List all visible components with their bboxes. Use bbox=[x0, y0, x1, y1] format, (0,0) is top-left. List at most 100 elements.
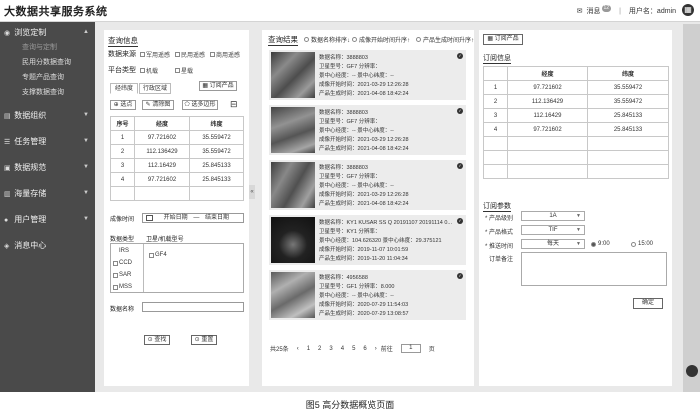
result-thumbnail bbox=[271, 162, 315, 208]
push-time-label: * 推送时间 bbox=[485, 244, 514, 250]
reset-icon: ⊙ bbox=[194, 337, 200, 343]
grid-corner-icon[interactable] bbox=[686, 365, 698, 377]
sidebar-item-data-spec[interactable]: ▣ 数据规范 ▼ bbox=[0, 160, 95, 175]
sidebar-sub-civil-query[interactable]: 民用分数据查询 bbox=[0, 55, 95, 70]
type-mss-checkbox[interactable]: MSS bbox=[113, 284, 132, 290]
push-frequency-select[interactable]: 每天 ▼ bbox=[521, 239, 585, 249]
platform-airborne-checkbox[interactable]: 机载 bbox=[140, 66, 158, 75]
check-circle-icon[interactable]: ✓ bbox=[457, 163, 463, 169]
table-row[interactable]: 3 112.16429 25.845133 bbox=[110, 158, 244, 173]
source-military-checkbox[interactable]: 军用遥感 bbox=[140, 50, 170, 59]
sort-by-name-radio[interactable]: 数据名称排序↓ bbox=[304, 35, 350, 44]
table-row[interactable]: 1 97.721602 35.559472 bbox=[483, 80, 669, 95]
sidebar-item-browse-custom[interactable]: ◉ 浏览定制 ▲ bbox=[0, 25, 95, 40]
date-range-picker[interactable]: 开始日期 — 结束日期 bbox=[142, 213, 244, 223]
type-sar-checkbox[interactable]: SAR bbox=[113, 272, 131, 278]
result-center: 景中心经度：-- 景中心纬度：-- bbox=[319, 183, 394, 189]
check-circle-icon[interactable]: ✓ bbox=[457, 108, 463, 114]
next-page-icon[interactable]: › bbox=[375, 346, 377, 352]
sort-by-gen-time-radio[interactable]: 产品生成时间升序↑ bbox=[416, 35, 474, 44]
header-separator: | bbox=[619, 7, 621, 15]
user-label[interactable]: 用户名：admin bbox=[629, 6, 676, 16]
data-source-label: 数据来源 bbox=[108, 51, 136, 58]
tab-lonlat[interactable]: 经纬度 bbox=[110, 83, 138, 94]
table-row[interactable]: 1 97.721602 35.559472 bbox=[110, 130, 244, 145]
platform-spaceborne-checkbox[interactable]: 星载 bbox=[175, 66, 193, 75]
result-name: 数据名称：3888803 bbox=[319, 55, 368, 61]
sidebar-item-label: 海量存储 bbox=[14, 189, 47, 198]
product-format-select[interactable]: TIF ▼ bbox=[521, 225, 585, 235]
sidebar-item-label: 任务管理 bbox=[14, 137, 47, 146]
type-irs-checkbox[interactable]: IRS bbox=[119, 248, 129, 254]
table-row[interactable]: 3 112.16429 25.845133 bbox=[483, 108, 669, 123]
sidebar-sub-support-query[interactable]: 支撑数据查询 bbox=[0, 85, 95, 100]
check-circle-icon[interactable]: ✓ bbox=[457, 218, 463, 224]
page-3[interactable]: 3 bbox=[329, 346, 332, 352]
result-imaging-start: 成像开始时间：2021-03-29 12:26:28 bbox=[319, 192, 409, 198]
result-name: 数据名称：KY1 KUSAR SS Q 20191107 20191114 0.… bbox=[319, 220, 452, 226]
order-product-button[interactable]: ▦ 订阅产品 bbox=[483, 34, 523, 45]
end-date[interactable]: 结束日期 bbox=[205, 215, 229, 221]
start-date[interactable]: 开始日期 bbox=[164, 215, 188, 221]
result-card[interactable]: 数据名称：KY1 KUSAR SS Q 20191107 20191114 0.… bbox=[269, 215, 466, 265]
table-row[interactable]: 4 97.721602 25.845133 bbox=[483, 122, 669, 137]
page-4[interactable]: 4 bbox=[341, 346, 344, 352]
table-row[interactable]: 2 112.136429 35.559472 bbox=[110, 144, 244, 159]
mail-icon[interactable]: ✉ bbox=[577, 7, 583, 15]
result-card[interactable]: 数据名称：3888803 卫星型号：GF7 分辨率： 景中心经度：-- 景中心纬… bbox=[269, 160, 466, 210]
source-commercial-checkbox[interactable]: 商用遥感 bbox=[210, 50, 240, 59]
col-header-lat: 纬度 bbox=[587, 66, 669, 81]
table-row[interactable]: 4 97.721602 25.845133 bbox=[110, 172, 244, 187]
result-card[interactable]: 数据名称：3888803 卫星型号：GF7 分辨率： 景中心经度：-- 景中心纬… bbox=[269, 105, 466, 155]
result-card[interactable]: 数据名称：3888803 卫星型号：GF7 分辨率： 景中心经度：-- 景中心纬… bbox=[269, 50, 466, 100]
sort-by-imaging-time-radio[interactable]: 成像开始时间升序↑ bbox=[352, 35, 410, 44]
order-note-textarea[interactable] bbox=[521, 252, 667, 286]
select-point-button[interactable]: ⊕ 选点 bbox=[110, 100, 136, 110]
reset-button[interactable]: ⊙ 重置 bbox=[191, 335, 217, 345]
page-1[interactable]: 1 bbox=[307, 346, 310, 352]
cart-icon[interactable]: ⊟ bbox=[230, 99, 238, 110]
sidebar-item-user-mgmt[interactable]: ● 用户管理 ▼ bbox=[0, 212, 95, 227]
goto-page-input[interactable]: 1 bbox=[400, 344, 421, 353]
app-grid-icon[interactable]: ▦ bbox=[682, 4, 694, 16]
page-6[interactable]: 6 bbox=[363, 346, 366, 352]
confirm-button[interactable]: 确定 bbox=[633, 298, 663, 309]
order-product-button[interactable]: ▦ 订阅产品 bbox=[199, 81, 237, 91]
panel-collapse-handle[interactable]: « bbox=[249, 185, 255, 199]
sidebar-sub-query-custom[interactable]: 查询与定制 bbox=[0, 40, 95, 55]
data-name-input[interactable] bbox=[142, 302, 244, 312]
check-circle-icon[interactable]: ✓ bbox=[457, 273, 463, 279]
right-scroll-strip[interactable] bbox=[683, 24, 700, 392]
sidebar-sub-topic-query[interactable]: 专题产品查询 bbox=[0, 70, 95, 85]
task-icon: ☰ bbox=[4, 139, 11, 146]
data-name-label: 数据名称 bbox=[110, 307, 135, 313]
type-ccd-checkbox[interactable]: CCD bbox=[113, 260, 132, 266]
clear-map-button[interactable]: ✎ 清除图 bbox=[142, 100, 174, 110]
tab-admin-region[interactable]: 行政区域 bbox=[139, 83, 171, 94]
prev-page-icon[interactable]: ‹ bbox=[297, 346, 299, 352]
sidebar-item-storage[interactable]: ▥ 海量存储 ▼ bbox=[0, 186, 95, 201]
order-panel: ▦ 订阅产品 订阅信息 经度 纬度 1 97.721602 35.559472 21… bbox=[479, 30, 672, 386]
result-gen-time: 产品生成时间：2021-04-08 18:42:24 bbox=[319, 201, 409, 207]
sidebar-item-data-org[interactable]: ▤ 数据组织 ▼ bbox=[0, 108, 95, 123]
messages-link[interactable]: 消息 bbox=[587, 6, 601, 16]
spec-icon: ▣ bbox=[4, 165, 11, 172]
time-9-radio[interactable]: 9:00 bbox=[591, 241, 610, 247]
satellite-gf4-checkbox[interactable]: GF4 bbox=[149, 252, 167, 258]
sidebar-item-label: 浏览定制 bbox=[14, 28, 47, 37]
sidebar-item-task-mgmt[interactable]: ☰ 任务管理 ▼ bbox=[0, 134, 95, 149]
result-center: 景中心经度：-- 景中心纬度：-- bbox=[319, 293, 394, 299]
sidebar-item-message-center[interactable]: ◈ 消息中心 bbox=[0, 238, 95, 253]
check-circle-icon[interactable]: ✓ bbox=[457, 53, 463, 59]
page-5[interactable]: 5 bbox=[352, 346, 355, 352]
multi-draw-button[interactable]: ⬠ 选多边形 bbox=[182, 100, 218, 110]
search-button[interactable]: ⊙ 查找 bbox=[144, 335, 170, 345]
time-15-radio[interactable]: 15:00 bbox=[631, 241, 653, 247]
table-row[interactable]: 2 112.136429 35.559472 bbox=[483, 94, 669, 109]
storage-icon: ▥ bbox=[4, 191, 11, 198]
result-imaging-start: 成像开始时间：2021-03-29 12:26:28 bbox=[319, 137, 409, 143]
page-2[interactable]: 2 bbox=[318, 346, 321, 352]
source-civil-checkbox[interactable]: 民用遥感 bbox=[175, 50, 205, 59]
result-card[interactable]: 数据名称：4956588 卫星型号：GF1 分辨率：8.000 景中心经度：--… bbox=[269, 270, 466, 320]
product-level-select[interactable]: 1A ▼ bbox=[521, 211, 585, 221]
